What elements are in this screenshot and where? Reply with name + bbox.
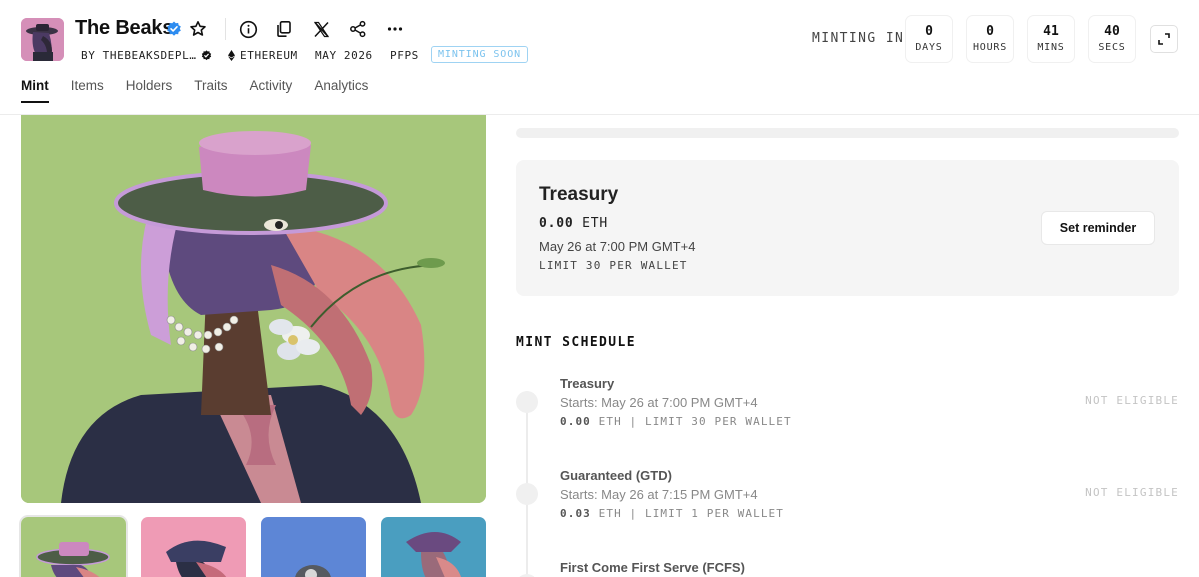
mint-date: MAY 2026 bbox=[315, 48, 373, 62]
chain-name: ETHEREUM bbox=[240, 48, 298, 62]
copy-icon[interactable] bbox=[272, 17, 296, 41]
header-divider bbox=[225, 18, 226, 40]
stage-limit: LIMIT 30 PER WALLET bbox=[539, 259, 688, 272]
expand-button[interactable] bbox=[1150, 25, 1178, 53]
more-options-icon[interactable] bbox=[383, 17, 407, 41]
stage-currency: ETH bbox=[598, 415, 622, 428]
chain-label: ETHEREUM bbox=[228, 48, 298, 62]
stage-name: Guaranteed (GTD) bbox=[560, 468, 672, 483]
thumbnail-1[interactable] bbox=[21, 517, 126, 577]
stage-meta: 0.03 ETH | LIMIT 1 PER WALLET bbox=[560, 507, 784, 520]
stage-currency: ETH bbox=[598, 507, 622, 520]
countdown-unit: SECS bbox=[1098, 42, 1126, 53]
stage-start: Starts: May 26 at 7:15 PM GMT+4 bbox=[560, 487, 758, 502]
creator-name: BY THEBEAKSDEPL… bbox=[81, 48, 197, 62]
thumbnail-3[interactable] bbox=[261, 517, 366, 577]
favorite-star-icon[interactable] bbox=[186, 17, 210, 41]
stage-name: Treasury bbox=[560, 376, 615, 391]
price-value: 0.00 bbox=[539, 216, 574, 231]
minting-status-badge: MINTING SOON bbox=[431, 46, 529, 63]
collection-tabs: Mint Items Holders Traits Activity Analy… bbox=[21, 78, 390, 103]
current-stage-card: Treasury 0.00 ETH May 26 at 7:00 PM GMT+… bbox=[516, 160, 1179, 296]
stage-price: 0.00 bbox=[560, 415, 591, 428]
collection-hero-image bbox=[21, 115, 486, 503]
eligibility-status: NOT ELIGIBLE bbox=[1085, 486, 1179, 499]
collection-avatar bbox=[21, 18, 64, 61]
countdown-unit: HOURS bbox=[972, 42, 1008, 53]
info-icon[interactable] bbox=[236, 17, 260, 41]
stage-price: 0.03 bbox=[560, 507, 591, 520]
stage-name: First Come First Serve (FCFS) bbox=[560, 560, 745, 575]
creator-verified-icon bbox=[201, 49, 211, 60]
category-label: PFPS bbox=[390, 48, 419, 62]
countdown-secs: 40 SECS bbox=[1089, 16, 1135, 62]
mint-progress-bar bbox=[516, 128, 1179, 138]
tab-items[interactable]: Items bbox=[71, 78, 104, 103]
stage-dot bbox=[516, 391, 538, 413]
countdown-value: 40 bbox=[1104, 24, 1120, 39]
tab-mint[interactable]: Mint bbox=[21, 78, 49, 103]
thumbnail-2[interactable] bbox=[141, 517, 246, 577]
tab-holders[interactable]: Holders bbox=[126, 78, 173, 103]
stage-start: Starts: May 26 at 7:00 PM GMT+4 bbox=[560, 395, 758, 410]
expand-icon bbox=[1158, 33, 1170, 45]
creator-link[interactable]: BY THEBEAKSDEPL… bbox=[81, 48, 212, 62]
stage-title: Treasury bbox=[539, 184, 619, 205]
countdown-hours: 0 HOURS bbox=[967, 16, 1013, 62]
stage-limit: | LIMIT 30 PER WALLET bbox=[629, 415, 792, 428]
tab-activity[interactable]: Activity bbox=[250, 78, 293, 103]
verified-badge-icon bbox=[167, 21, 181, 36]
collection-title: The Beaks bbox=[75, 17, 174, 39]
share-icon[interactable] bbox=[346, 17, 370, 41]
stage-dot bbox=[516, 483, 538, 505]
schedule-stage-gtd: Guaranteed (GTD) Starts: May 26 at 7:15 … bbox=[516, 468, 1179, 528]
countdown-unit: DAYS bbox=[915, 42, 943, 53]
thumbnail-4[interactable] bbox=[381, 517, 486, 577]
mint-schedule-title: MINT SCHEDULE bbox=[516, 335, 636, 350]
x-twitter-icon[interactable] bbox=[309, 17, 333, 41]
tab-analytics[interactable]: Analytics bbox=[314, 78, 368, 103]
stage-meta: 0.00 ETH | LIMIT 30 PER WALLET bbox=[560, 415, 792, 428]
countdown-value: 41 bbox=[1043, 24, 1059, 39]
countdown-value: 0 bbox=[986, 24, 994, 39]
ethereum-icon bbox=[228, 49, 235, 61]
eligibility-status: NOT ELIGIBLE bbox=[1085, 394, 1179, 407]
collection-header: The Beaks BY THEBEAKSDEPL… ETHEREUM MAY … bbox=[0, 0, 1199, 115]
stage-date: May 26 at 7:00 PM GMT+4 bbox=[539, 239, 696, 254]
minting-in-label: MINTING IN bbox=[812, 31, 905, 46]
price-currency: ETH bbox=[582, 216, 609, 231]
thumbnail-strip bbox=[21, 517, 486, 577]
schedule-stage-fcfs: First Come First Serve (FCFS) bbox=[516, 560, 1179, 577]
countdown-days: 0 DAYS bbox=[906, 16, 952, 62]
countdown-unit: MINS bbox=[1037, 42, 1065, 53]
set-reminder-button[interactable]: Set reminder bbox=[1041, 211, 1155, 245]
stage-limit: | LIMIT 1 PER WALLET bbox=[629, 507, 784, 520]
stage-price: 0.00 ETH bbox=[539, 216, 608, 231]
countdown-value: 0 bbox=[925, 24, 933, 39]
schedule-stage-treasury: Treasury Starts: May 26 at 7:00 PM GMT+4… bbox=[516, 376, 1179, 436]
countdown-mins: 41 MINS bbox=[1028, 16, 1074, 62]
tab-traits[interactable]: Traits bbox=[194, 78, 227, 103]
